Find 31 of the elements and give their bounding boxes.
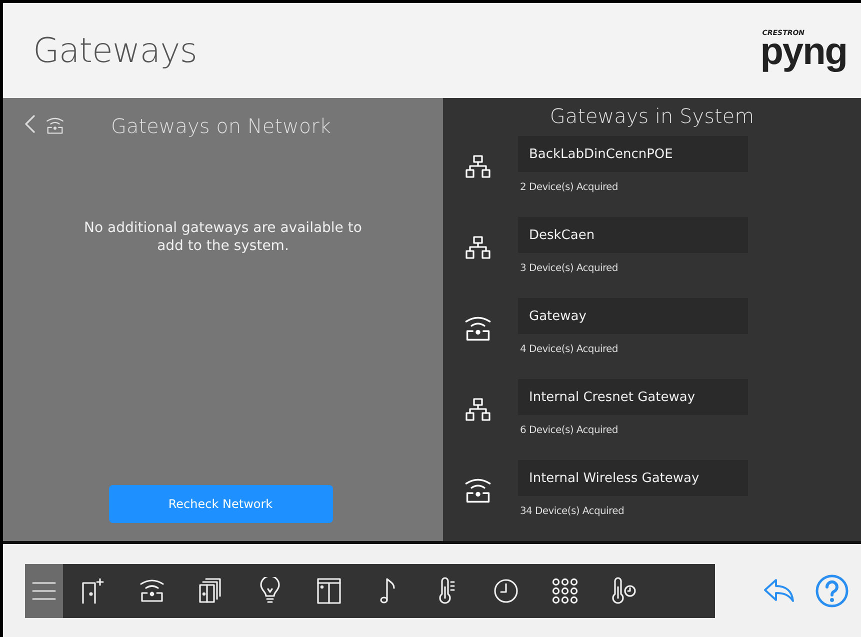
thermometer-clock-icon xyxy=(610,576,638,605)
panel-title: Gateways on Network xyxy=(111,114,331,138)
device-count: 6 Device(s) Acquired xyxy=(519,424,619,438)
stacked-doors-icon xyxy=(198,578,224,604)
gateway-name[interactable]: Internal Wireless Gateway xyxy=(518,460,748,496)
clock-icon xyxy=(492,578,518,604)
door-plus-icon xyxy=(80,578,104,604)
network-icon xyxy=(464,235,490,262)
gateway-name[interactable]: DeskCaen xyxy=(518,217,748,254)
help-button[interactable] xyxy=(815,574,849,608)
empty-message: No additional gateways are available to add to the system. xyxy=(83,219,363,256)
panel-title: Gateways in System xyxy=(548,103,756,130)
light-bulb-icon xyxy=(258,576,280,605)
menu-icon xyxy=(32,580,56,602)
gateway-name[interactable]: Gateway xyxy=(518,298,748,334)
gateway-name[interactable]: Internal Cresnet Gateway xyxy=(518,379,748,416)
device-count: 4 Device(s) Acquired xyxy=(519,343,619,358)
wireless-gateway-icon xyxy=(45,116,65,136)
device-count: 2 Device(s) Acquired xyxy=(519,181,619,196)
device-count: 34 Device(s) Acquired xyxy=(519,505,626,520)
back-arrow-button[interactable] xyxy=(763,578,795,604)
keypad-icon xyxy=(552,578,578,604)
network-icon xyxy=(464,154,490,180)
thermometer-icon xyxy=(436,576,456,605)
page-title: Gateways xyxy=(33,30,197,71)
device-count: 3 Device(s) Acquired xyxy=(519,262,619,276)
network-icon xyxy=(464,397,490,424)
window-shade-icon xyxy=(316,578,340,604)
gateway-name[interactable]: BackLabDinCencnPOE xyxy=(518,136,748,172)
music-note-icon xyxy=(378,576,396,605)
wireless-gateway-icon xyxy=(138,576,166,605)
